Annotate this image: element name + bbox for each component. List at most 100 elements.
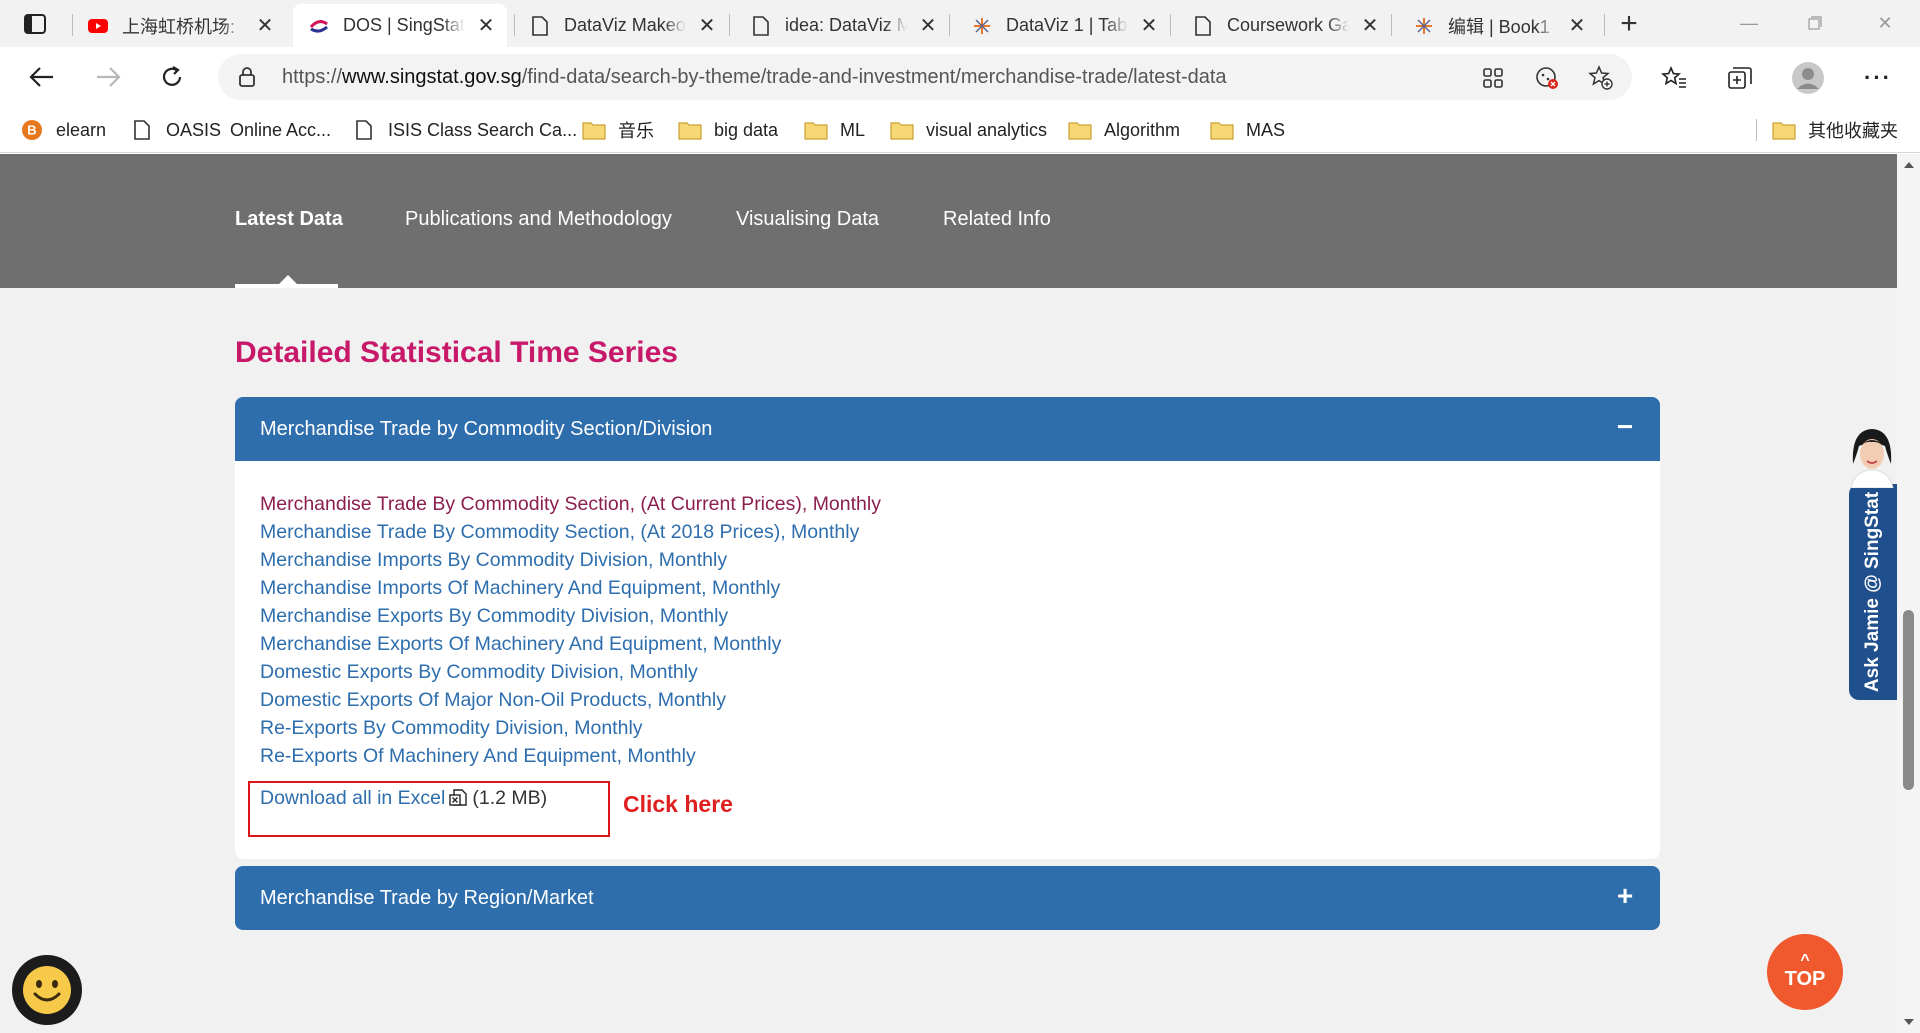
settings-menu-button[interactable]: ···	[1862, 62, 1894, 94]
click-here-annotation: Click here	[623, 791, 733, 817]
browser-tab-singstat[interactable]: DOS | SingStat ✕	[293, 4, 507, 47]
subnav-tab-latest-data[interactable]: Latest Data	[235, 208, 343, 231]
address-bar[interactable]: https://www.singstat.gov.sg/find-data/se…	[218, 54, 1632, 100]
series-link[interactable]: Merchandise Exports Of Machinery And Equ…	[260, 630, 881, 658]
ask-jamie-label-wrap[interactable]: Ask Jamie @ SingStat	[1849, 484, 1897, 700]
back-button[interactable]	[22, 59, 62, 95]
section-title: Detailed Statistical Time Series	[235, 336, 678, 369]
lock-icon[interactable]	[238, 67, 256, 92]
active-tab-underline	[235, 284, 338, 288]
series-link[interactable]: Re-Exports By Commodity Division, Monthl…	[260, 714, 881, 742]
tableau-icon	[1414, 16, 1434, 36]
browser-tab-book1[interactable]: 编辑 | Book1 ✕	[1398, 4, 1598, 47]
forward-button[interactable]	[88, 59, 128, 95]
tab-close-button[interactable]: ✕	[1138, 15, 1160, 37]
bookmark-folder-other-favorites[interactable]: 其他收藏夹	[1772, 115, 1898, 145]
accordion-title: Merchandise Trade by Commodity Section/D…	[260, 418, 713, 440]
forward-arrow-icon	[97, 67, 121, 87]
series-link[interactable]: Re-Exports Of Machinery And Equipment, M…	[260, 742, 881, 770]
tab-close-button[interactable]: ✕	[1566, 15, 1588, 37]
collapse-icon[interactable]: −	[1612, 411, 1638, 443]
tab-close-button[interactable]: ✕	[254, 15, 276, 37]
bookmark-folder-ml[interactable]: ML	[804, 115, 865, 145]
bookmark-separator	[1756, 119, 1757, 141]
browser-tab-youtube[interactable]: 上海虹桥机场: ✕	[72, 4, 286, 47]
browser-tab-idea[interactable]: idea: DataViz M ✕	[735, 4, 949, 47]
series-link[interactable]: Merchandise Imports Of Machinery And Equ…	[260, 574, 881, 602]
bookmark-folder-music[interactable]: 音乐	[582, 115, 654, 145]
folder-icon	[678, 119, 702, 141]
bookmark-elearn[interactable]: B elearn	[20, 115, 106, 145]
tab-separator	[1170, 14, 1171, 36]
page-icon	[352, 119, 376, 141]
series-link[interactable]: Merchandise Imports By Commodity Divisio…	[260, 546, 881, 574]
tab-separator	[1391, 14, 1392, 36]
tab-close-button[interactable]: ✕	[475, 15, 497, 37]
folder-icon	[1210, 119, 1234, 141]
elearn-icon: B	[20, 119, 44, 141]
bookmark-folder-visual-analytics[interactable]: visual analytics	[890, 115, 1047, 145]
tab-title: DataViz Makeo	[564, 15, 686, 35]
accordion-header-region[interactable]: Merchandise Trade by Region/Market +	[235, 866, 1660, 930]
new-tab-button[interactable]: +	[1612, 7, 1646, 40]
download-row: Download all in Excel (1.2 MB)	[260, 787, 547, 810]
accordion-title: Merchandise Trade by Region/Market	[260, 887, 594, 909]
series-link[interactable]: Domestic Exports By Commodity Division, …	[260, 658, 881, 686]
subnav-tab-publications[interactable]: Publications and Methodology	[405, 208, 672, 231]
restore-button[interactable]	[1792, 6, 1838, 40]
bookmark-oasis[interactable]: OASIS	[130, 115, 221, 145]
profile-button[interactable]	[1792, 62, 1824, 94]
tab-actions-button[interactable]	[14, 9, 56, 39]
tab-separator	[949, 14, 950, 36]
restore-icon	[1808, 16, 1822, 30]
favorites-button[interactable]	[1658, 62, 1690, 94]
page-viewport: Latest Data Publications and Methodology…	[0, 154, 1897, 1033]
profile-avatar-icon	[1792, 62, 1824, 94]
browser-tab-bar: 上海虹桥机场: ✕ DOS | SingStat ✕ DataViz Makeo…	[0, 0, 1920, 47]
browser-tab-coursework[interactable]: Coursework Ga ✕	[1177, 4, 1391, 47]
refresh-button[interactable]	[152, 59, 192, 95]
bookmark-online-acc[interactable]: Online Acc...	[230, 115, 331, 145]
bookmark-folder-big-data[interactable]: big data	[678, 115, 778, 145]
browser-tab-dataviz-makeover[interactable]: DataViz Makeo ✕	[514, 4, 728, 47]
subnav-tab-related-info[interactable]: Related Info	[943, 208, 1051, 231]
subnav-tab-visualising-data[interactable]: Visualising Data	[736, 208, 879, 231]
tab-title: 编辑 | Book1	[1448, 16, 1550, 37]
browser-toolbar: https://www.singstat.gov.sg/find-data/se…	[0, 47, 1920, 107]
minimize-button[interactable]: —	[1726, 6, 1772, 40]
jamie-avatar-icon	[1850, 429, 1894, 488]
series-link[interactable]: Merchandise Trade By Commodity Section, …	[260, 518, 881, 546]
bookmark-folder-algorithm[interactable]: Algorithm	[1068, 115, 1180, 145]
series-link[interactable]: Merchandise Trade By Commodity Section, …	[260, 490, 881, 518]
more-icon: ···	[1864, 65, 1892, 90]
bookmark-label: visual analytics	[926, 119, 1048, 140]
favorites-icon	[1661, 66, 1686, 88]
bookmark-label: elearn	[56, 119, 107, 140]
tab-close-button[interactable]: ✕	[696, 15, 718, 37]
youtube-icon	[88, 16, 108, 36]
series-link[interactable]: Domestic Exports Of Major Non-Oil Produc…	[260, 686, 881, 714]
collections-button[interactable]	[1724, 62, 1756, 94]
accordion-header-commodity[interactable]: Merchandise Trade by Commodity Section/D…	[235, 397, 1660, 461]
scroll-up-icon[interactable]	[1904, 162, 1914, 168]
download-excel-link[interactable]: Download all in Excel	[260, 787, 445, 810]
page-icon	[751, 15, 771, 36]
browser-tab-tableau-dataviz[interactable]: DataViz 1 | Tabl ✕	[956, 4, 1170, 47]
accordion-body-commodity: Merchandise Trade By Commodity Section, …	[235, 461, 1660, 859]
add-favorite-icon[interactable]	[1588, 65, 1614, 91]
tracking-prevention-icon[interactable]	[1534, 65, 1560, 91]
page-scrollbar[interactable]	[1897, 154, 1920, 1033]
scroll-down-icon[interactable]	[1904, 1019, 1914, 1025]
app-available-icon[interactable]	[1480, 65, 1506, 91]
expand-icon[interactable]: +	[1612, 880, 1638, 912]
tab-close-button[interactable]: ✕	[917, 15, 939, 37]
close-window-button[interactable]: ✕	[1862, 6, 1908, 40]
bookmark-isis[interactable]: ISIS Class Search Ca...	[352, 115, 577, 145]
tab-close-button[interactable]: ✕	[1359, 15, 1381, 37]
series-link[interactable]: Merchandise Exports By Commodity Divisio…	[260, 602, 881, 630]
feedback-chat-button[interactable]	[12, 955, 82, 1025]
back-to-top-button[interactable]: ^ TOP	[1767, 934, 1843, 1010]
scrollbar-thumb[interactable]	[1903, 610, 1914, 790]
bookmark-folder-mas[interactable]: MAS	[1210, 115, 1285, 145]
bookmark-label: big data	[714, 119, 779, 140]
